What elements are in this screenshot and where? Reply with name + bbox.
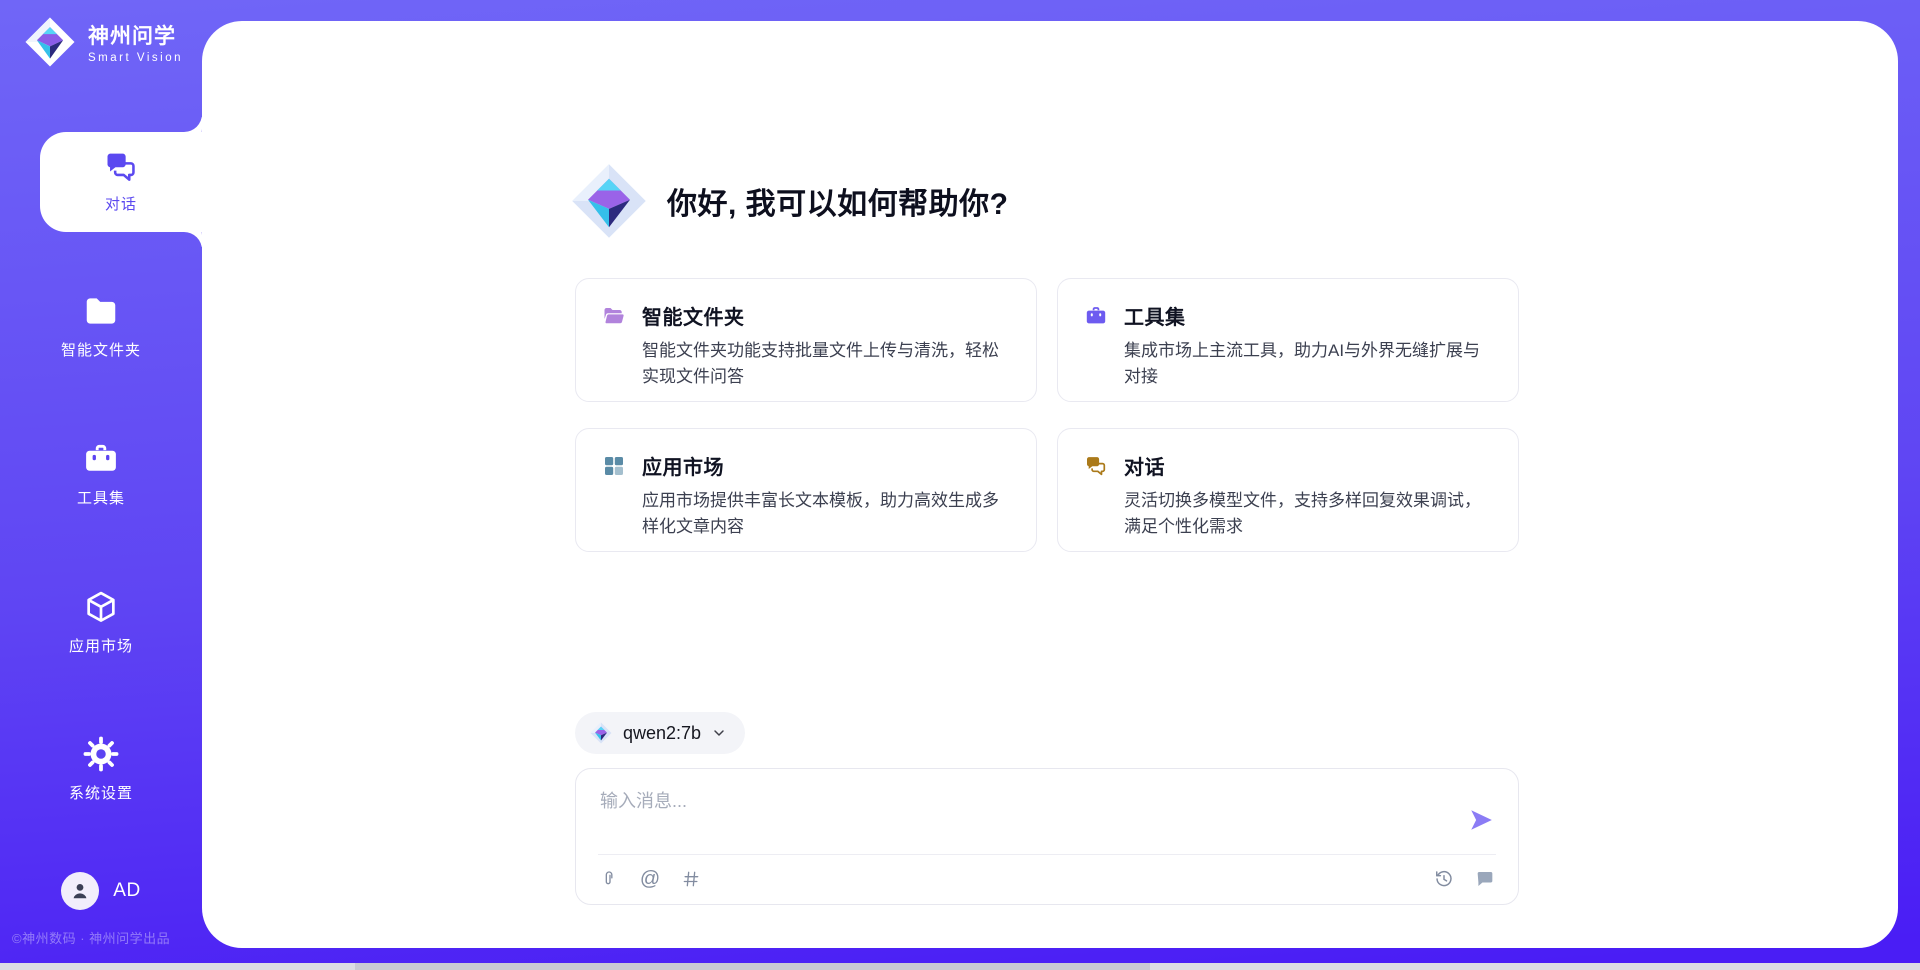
card-title: 工具集 <box>1124 301 1186 330</box>
sidebar-item-label: 工具集 <box>77 487 125 508</box>
scrollbar-thumb[interactable] <box>355 963 1150 970</box>
send-icon[interactable] <box>1468 807 1494 833</box>
chat-bubble-icon <box>1084 454 1108 478</box>
card-title: 应用市场 <box>642 451 724 480</box>
card-description: 智能文件夹功能支持批量文件上传与清洗，轻松实现文件问答 <box>642 338 1012 389</box>
card-title: 对话 <box>1124 451 1165 480</box>
card-description: 集成市场上主流工具，助力AI与外界无缝扩展与对接 <box>1124 338 1494 389</box>
folder-icon <box>82 292 120 330</box>
user-profile[interactable]: AD <box>0 872 202 910</box>
card-smart-folder[interactable]: 智能文件夹 智能文件夹功能支持批量文件上传与清洗，轻松实现文件问答 <box>575 278 1037 402</box>
composer-divider <box>598 854 1496 855</box>
horizontal-scrollbar[interactable] <box>0 963 1920 970</box>
app-title: 神州问学 <box>88 20 183 50</box>
avatar <box>61 872 99 910</box>
brand-logo-icon <box>22 14 78 70</box>
model-logo-icon <box>589 721 613 745</box>
main-panel: 你好, 我可以如何帮助你? 智能文件夹 智能文件夹功能支持批量文件上传与清洗，轻… <box>202 21 1898 948</box>
card-title: 智能文件夹 <box>642 301 745 330</box>
brand-logo: 神州问学 Smart Vision <box>22 14 183 70</box>
composer-toolbar: @ <box>598 861 1496 897</box>
paperclip-icon[interactable] <box>598 868 620 890</box>
app-subtitle: Smart Vision <box>88 52 183 64</box>
sidebar-item-label: 系统设置 <box>69 782 133 803</box>
at-icon[interactable]: @ <box>639 868 661 890</box>
model-selector[interactable]: qwen2:7b <box>575 712 745 754</box>
greeting-logo-icon <box>567 159 651 243</box>
user-name: AD <box>113 880 140 902</box>
card-toolbox[interactable]: 工具集 集成市场上主流工具，助力AI与外界无缝扩展与对接 <box>1057 278 1519 402</box>
message-composer: @ <box>575 768 1519 905</box>
person-icon <box>68 879 92 903</box>
chevron-down-icon <box>711 725 727 741</box>
card-chat[interactable]: 对话 灵活切换多模型文件，支持多样回复效果调试，满足个性化需求 <box>1057 428 1519 552</box>
sidebar-item-label: 应用市场 <box>69 635 133 656</box>
model-name: qwen2:7b <box>623 723 701 744</box>
sidebar-item-label: 对话 <box>105 193 137 214</box>
hash-icon[interactable] <box>680 868 702 890</box>
card-description: 应用市场提供丰富长文本模板，助力高效生成多样化文章内容 <box>642 488 1012 539</box>
folder-open-icon <box>602 304 626 328</box>
sidebar-item-settings[interactable]: 系统设置 <box>0 735 202 803</box>
copyright-text: ©神州数码 · 神州问学出品 <box>12 928 207 947</box>
greeting-title: 你好, 我可以如何帮助你? <box>667 179 1009 223</box>
sidebar-item-label: 智能文件夹 <box>61 339 141 360</box>
sidebar-item-app-market[interactable]: 应用市场 <box>0 588 202 656</box>
feature-cards: 智能文件夹 智能文件夹功能支持批量文件上传与清洗，轻松实现文件问答 工具集 集成… <box>575 278 1519 552</box>
comment-icon[interactable] <box>1474 868 1496 890</box>
card-app-market[interactable]: 应用市场 应用市场提供丰富长文本模板，助力高效生成多样化文章内容 <box>575 428 1037 552</box>
history-icon[interactable] <box>1433 868 1455 890</box>
card-description: 灵活切换多模型文件，支持多样回复效果调试，满足个性化需求 <box>1124 488 1494 539</box>
cube-icon <box>82 588 120 626</box>
sidebar-item-toolbox[interactable]: 工具集 <box>0 440 202 508</box>
greeting: 你好, 我可以如何帮助你? <box>567 159 1009 243</box>
sidebar: 神州问学 Smart Vision 对话 智能文件夹 <box>0 0 202 970</box>
briefcase-icon <box>1084 304 1108 328</box>
gear-icon <box>82 735 120 773</box>
chat-icon <box>103 149 139 185</box>
sidebar-item-chat[interactable]: 对话 <box>40 132 202 232</box>
app-grid-icon <box>602 454 626 478</box>
toolbox-icon <box>82 440 120 478</box>
message-input[interactable] <box>600 787 1440 845</box>
sidebar-item-smart-folder[interactable]: 智能文件夹 <box>0 292 202 360</box>
